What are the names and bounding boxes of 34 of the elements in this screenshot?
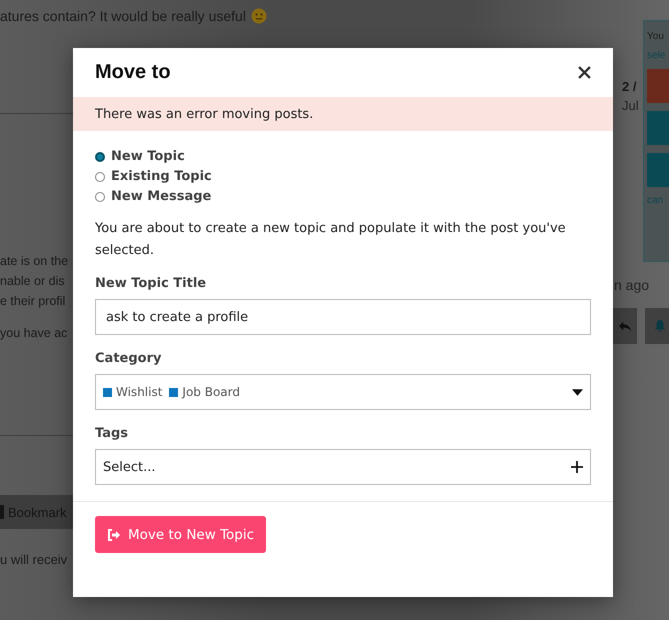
radio-option[interactable]: Existing Topic <box>95 169 591 184</box>
post-text: ate is on the <box>0 253 68 270</box>
exit-arrow-icon <box>107 528 121 540</box>
error-banner: There was an error moving posts. <box>73 97 613 131</box>
progress-text: 2 / <box>622 79 636 94</box>
caret-icon <box>572 388 583 396</box>
delete-button[interactable] <box>647 69 669 103</box>
field-label: Tags <box>95 426 130 441</box>
post-text: e their profil <box>0 293 66 310</box>
move-button[interactable] <box>647 111 669 145</box>
bell-button[interactable] <box>645 308 669 344</box>
radio-option[interactable]: New Message <box>95 189 591 204</box>
description-text: You are about to create a new topic and populate it with the post you've selected. <box>95 220 567 260</box>
reply-button[interactable] <box>613 308 637 344</box>
plus-icon <box>571 461 583 473</box>
topic-title-field[interactable]: ask to create a profile <box>95 299 591 335</box>
post-text: nable or dis <box>0 273 66 290</box>
panel-text: You <box>647 31 665 42</box>
notice-text: u will receiv <box>0 552 68 567</box>
reply-icon <box>618 319 632 333</box>
category-dropdown[interactable]: Wishlist Job Board <box>95 374 591 410</box>
dialog-title: Move to <box>95 61 171 84</box>
tags-dropdown[interactable]: Select... <box>95 449 591 485</box>
field-label: Category <box>95 351 162 366</box>
field-label: New Topic Title <box>95 276 208 291</box>
post-text: you have ac <box>0 325 68 342</box>
category-name: Job Board <box>182 385 240 399</box>
category-name: Wishlist <box>116 385 162 399</box>
bell-icon <box>653 319 667 333</box>
radio-option[interactable]: New Topic <box>95 149 591 164</box>
close-button[interactable] <box>576 64 593 81</box>
user-button[interactable] <box>647 153 669 187</box>
smiley-icon <box>250 8 267 24</box>
date-text: Jul <box>622 98 639 113</box>
